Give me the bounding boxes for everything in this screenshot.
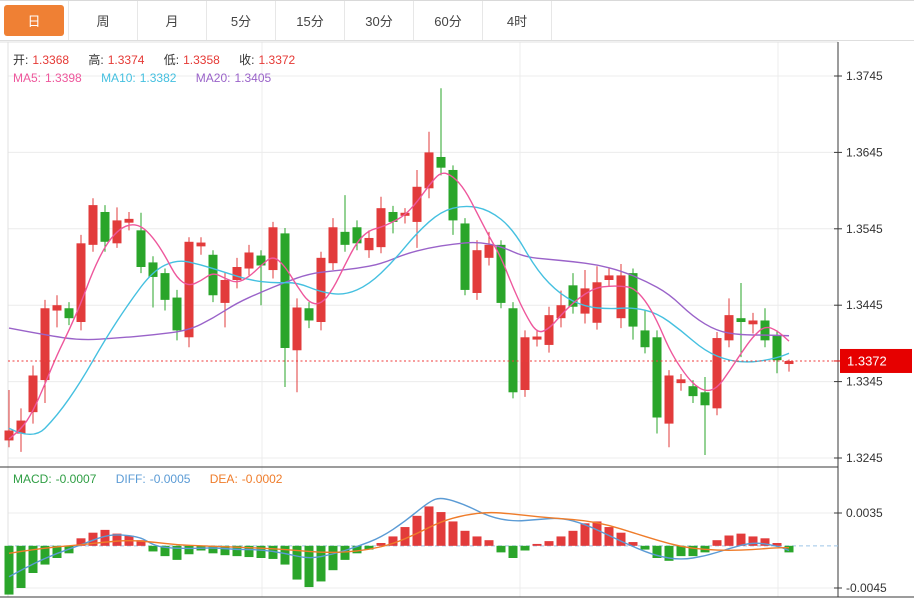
svg-text:-0.0045: -0.0045 xyxy=(846,581,887,595)
svg-text:1.3245: 1.3245 xyxy=(846,451,883,465)
svg-text:1.3345: 1.3345 xyxy=(846,375,883,389)
high-label: 高: xyxy=(88,53,103,67)
open-value: 1.3368 xyxy=(32,53,69,67)
dea-value: -0.0002 xyxy=(242,472,283,486)
ma10-value: 1.3382 xyxy=(140,71,177,85)
high-value: 1.3374 xyxy=(108,53,145,67)
ma5-label: MA5: xyxy=(13,71,41,85)
ma20-value: 1.3405 xyxy=(234,71,271,85)
macd-readout: MACD: -0.0007 DIFF: -0.0005 DEA: -0.0002 xyxy=(13,472,298,486)
open-label: 开: xyxy=(13,53,28,67)
close-value: 1.3372 xyxy=(259,53,296,67)
diff-value: -0.0005 xyxy=(150,472,191,486)
diff-label: DIFF: xyxy=(116,472,146,486)
kline-chart-app: 日 周 月 5分 15分 30分 60分 4时 1.37451.36451.35… xyxy=(0,0,914,603)
macd-value: -0.0007 xyxy=(56,472,97,486)
svg-text:1.3545: 1.3545 xyxy=(846,222,883,236)
candlestick-chart[interactable]: 1.3745 1.3645 1.3545 1.3445 1.3345 1.3245 0.00… xyxy=(0,0,914,603)
ma10-label: MA10: xyxy=(101,71,136,85)
svg-text:0.0035: 0.0035 xyxy=(846,506,883,520)
ma5-value: 1.3398 xyxy=(45,71,82,85)
macd-label: MACD: xyxy=(13,472,52,486)
svg-text:1.3445: 1.3445 xyxy=(846,298,883,312)
ma20-label: MA20: xyxy=(196,71,231,85)
svg-text:1.3745: 1.3745 xyxy=(846,69,883,83)
ohlc-readout: 开: 1.3368 高: 1.3374 低: 1.3358 收: 1.3372 xyxy=(13,53,311,67)
svg-text:1.3645: 1.3645 xyxy=(846,145,883,159)
close-label: 收: xyxy=(239,53,254,67)
low-label: 低: xyxy=(164,53,179,67)
low-value: 1.3358 xyxy=(183,53,220,67)
svg-text:1.3372: 1.3372 xyxy=(847,353,887,368)
dea-label: DEA: xyxy=(210,472,238,486)
ma-readout: MA5: 1.3398 MA10: 1.3382 MA20:1.3405 xyxy=(13,71,287,85)
